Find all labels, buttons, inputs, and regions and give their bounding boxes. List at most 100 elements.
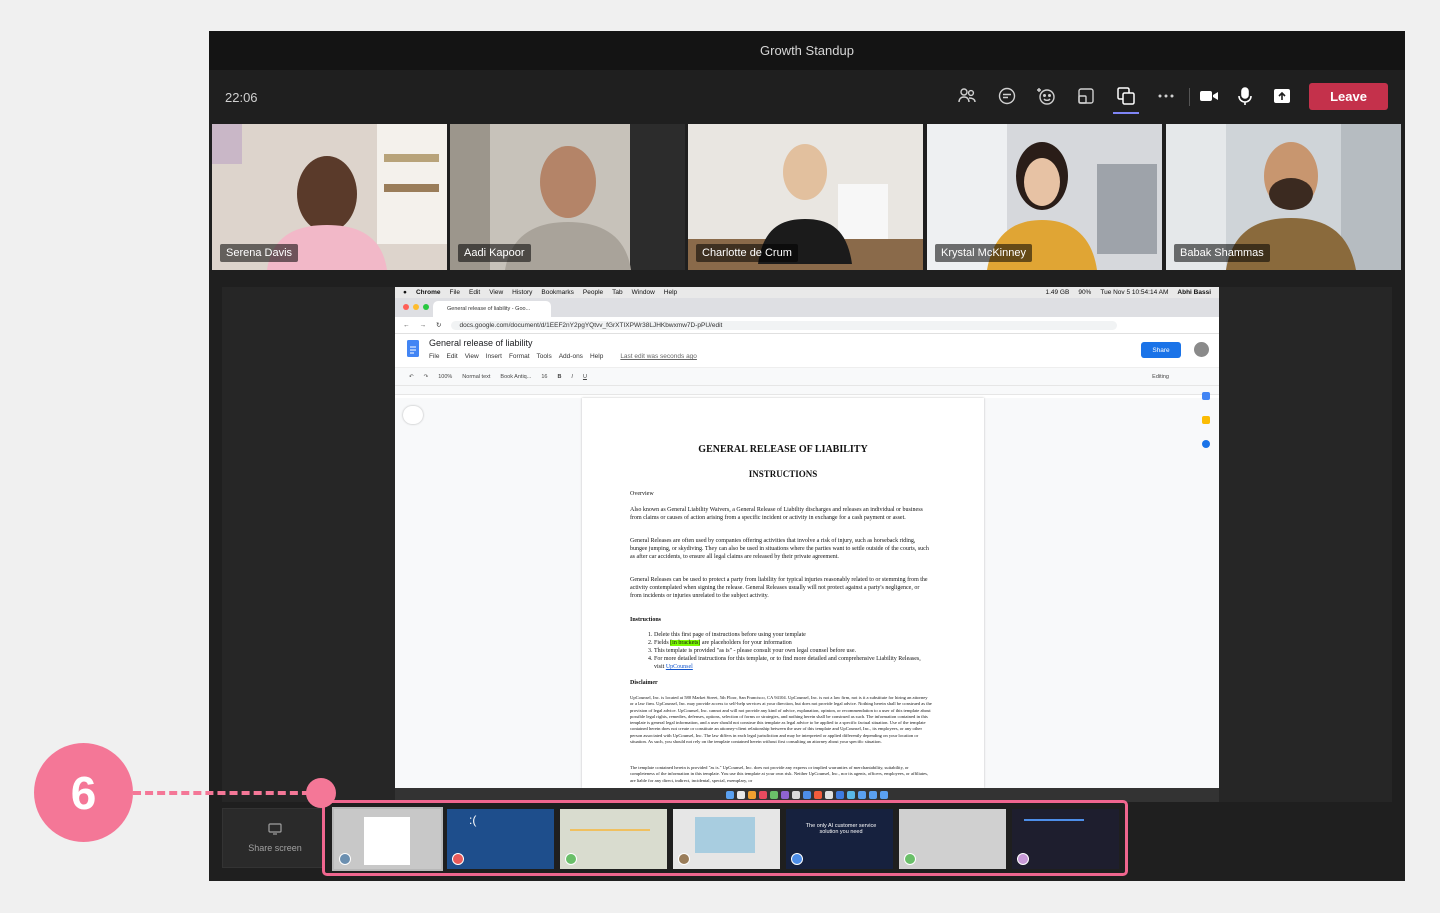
docs-share-button[interactable]: Share: [1141, 342, 1181, 358]
menu-item: People: [582, 289, 604, 296]
minimize-window-icon[interactable]: [413, 304, 419, 310]
dock-app-icon[interactable]: [726, 791, 734, 799]
doc-menu-item[interactable]: File: [429, 353, 439, 360]
participant-name: Aadi Kapoor: [458, 244, 531, 262]
dock-app-icon[interactable]: [847, 791, 855, 799]
doc-menu-item[interactable]: Format: [509, 353, 530, 360]
italic-icon[interactable]: I: [571, 374, 573, 380]
participant-tile[interactable]: Aadi Kapoor: [450, 124, 685, 270]
participant-tile[interactable]: Serena Davis: [212, 124, 447, 270]
participant-tile[interactable]: Krystal McKinney: [927, 124, 1162, 270]
screen-thumbnail[interactable]: [1012, 809, 1119, 869]
callout-dot: [306, 778, 336, 808]
font-select[interactable]: Book Antiq...: [500, 374, 531, 380]
list-text: Fields: [654, 640, 669, 646]
dock-app-icon[interactable]: [858, 791, 866, 799]
share-content-icon[interactable]: [1268, 82, 1296, 110]
zoom-select[interactable]: 100%: [438, 374, 452, 380]
undo-icon[interactable]: ↶: [409, 374, 414, 380]
tasks-icon[interactable]: [1202, 440, 1210, 448]
screen-thumbnail[interactable]: :(: [447, 809, 554, 869]
chat-icon[interactable]: [993, 82, 1021, 110]
dock-app-icon[interactable]: [880, 791, 888, 799]
screen-thumbnail[interactable]: [332, 807, 443, 871]
docs-logo-icon: [407, 340, 419, 357]
storage-status: 1.49 GB: [1045, 289, 1070, 296]
participant-tile[interactable]: Charlotte de Crum: [688, 124, 923, 270]
doc-menu-item[interactable]: Add-ons: [559, 353, 583, 360]
map-road: [570, 829, 650, 831]
doc-menu-item[interactable]: Tools: [537, 353, 552, 360]
last-edit-link[interactable]: Last edit was seconds ago: [620, 353, 697, 360]
avatar[interactable]: [1194, 342, 1209, 357]
doc-menu-item[interactable]: View: [465, 353, 479, 360]
style-select[interactable]: Normal text: [462, 374, 490, 380]
keep-icon[interactable]: [1202, 416, 1210, 424]
more-options-icon[interactable]: [1152, 82, 1180, 110]
doc-menu-item[interactable]: Insert: [486, 353, 502, 360]
thumbnail-caption: The only AI customer service solution yo…: [805, 823, 877, 835]
camera-icon[interactable]: [1195, 82, 1223, 110]
editing-mode-select[interactable]: Editing: [1152, 374, 1169, 380]
outline-icon[interactable]: [403, 406, 423, 424]
participant-name: Serena Davis: [220, 244, 299, 262]
maximize-window-icon[interactable]: [423, 304, 429, 310]
disclaimer-label: Disclaimer: [630, 680, 658, 686]
share-screen-button[interactable]: Share screen: [222, 808, 328, 868]
dock-app-icon[interactable]: [737, 791, 745, 799]
screen-thumbnail[interactable]: The only AI customer service solution yo…: [786, 809, 893, 869]
doc-title[interactable]: General release of liability: [429, 338, 533, 348]
ruler: [395, 386, 1219, 395]
document-canvas: GENERAL RELEASE OF LIABILITY INSTRUCTION…: [395, 398, 1219, 788]
screen-thumbnail[interactable]: [560, 809, 667, 869]
menu-item: Window: [631, 289, 655, 296]
font-size-select[interactable]: 16: [541, 374, 547, 380]
leave-button[interactable]: Leave: [1309, 83, 1388, 110]
dock-app-icon[interactable]: [869, 791, 877, 799]
dock-app-icon[interactable]: [803, 791, 811, 799]
participant-tile[interactable]: Babak Shammas: [1166, 124, 1401, 270]
dock-app-icon[interactable]: [748, 791, 756, 799]
screen-thumbnail[interactable]: [673, 809, 780, 869]
doc-menu-item[interactable]: Help: [590, 353, 603, 360]
tab-title: General release of liability - Goo...: [447, 306, 531, 312]
upcounsel-link[interactable]: UpCounsel: [666, 664, 693, 670]
dock-app-icon[interactable]: [770, 791, 778, 799]
menu-item: Bookmarks: [541, 289, 574, 296]
document-page[interactable]: GENERAL RELEASE OF LIABILITY INSTRUCTION…: [582, 398, 984, 788]
avatar: [904, 853, 916, 865]
browser-tab[interactable]: General release of liability - Goo...: [433, 301, 551, 317]
instructions-label: Instructions: [630, 617, 662, 623]
reactions-icon[interactable]: [1032, 82, 1060, 110]
underline-icon[interactable]: U: [583, 374, 587, 380]
calendar-icon[interactable]: [1202, 392, 1210, 400]
dock-app-icon[interactable]: [825, 791, 833, 799]
bold-icon[interactable]: B: [557, 374, 561, 380]
avatar: [339, 853, 351, 865]
menu-item: History: [512, 289, 533, 296]
dock-app-icon[interactable]: [836, 791, 844, 799]
dock-app-icon[interactable]: [759, 791, 767, 799]
dock-app-icon[interactable]: [814, 791, 822, 799]
list-item: Delete this first page of instructions b…: [654, 631, 932, 639]
reload-icon[interactable]: ↻: [436, 321, 441, 329]
avatar: [452, 853, 464, 865]
format-toolbar: ↶ ↷ 100% Normal text Book Antiq... 16 B …: [395, 368, 1219, 386]
back-icon[interactable]: ←: [403, 322, 410, 329]
microphone-icon[interactable]: [1231, 82, 1259, 110]
forward-icon[interactable]: →: [420, 322, 427, 329]
redo-icon[interactable]: ↷: [424, 374, 429, 380]
doc-menu-item[interactable]: Edit: [446, 353, 457, 360]
participant-name: Babak Shammas: [1174, 244, 1270, 262]
screen-thumbnail[interactable]: [899, 809, 1006, 869]
close-window-icon[interactable]: [403, 304, 409, 310]
url-field[interactable]: docs.google.com/document/d/1EEF2nY2pgYQt…: [451, 320, 1118, 330]
dock-app-icon[interactable]: [792, 791, 800, 799]
apple-icon: ●: [403, 289, 407, 296]
dock-app-icon[interactable]: [781, 791, 789, 799]
window-title: Growth Standup: [209, 31, 1405, 70]
rooms-icon[interactable]: [1072, 82, 1100, 110]
people-icon[interactable]: [953, 82, 981, 110]
battery-status: 90%: [1078, 289, 1092, 296]
share-tray-icon[interactable]: [1112, 82, 1140, 114]
